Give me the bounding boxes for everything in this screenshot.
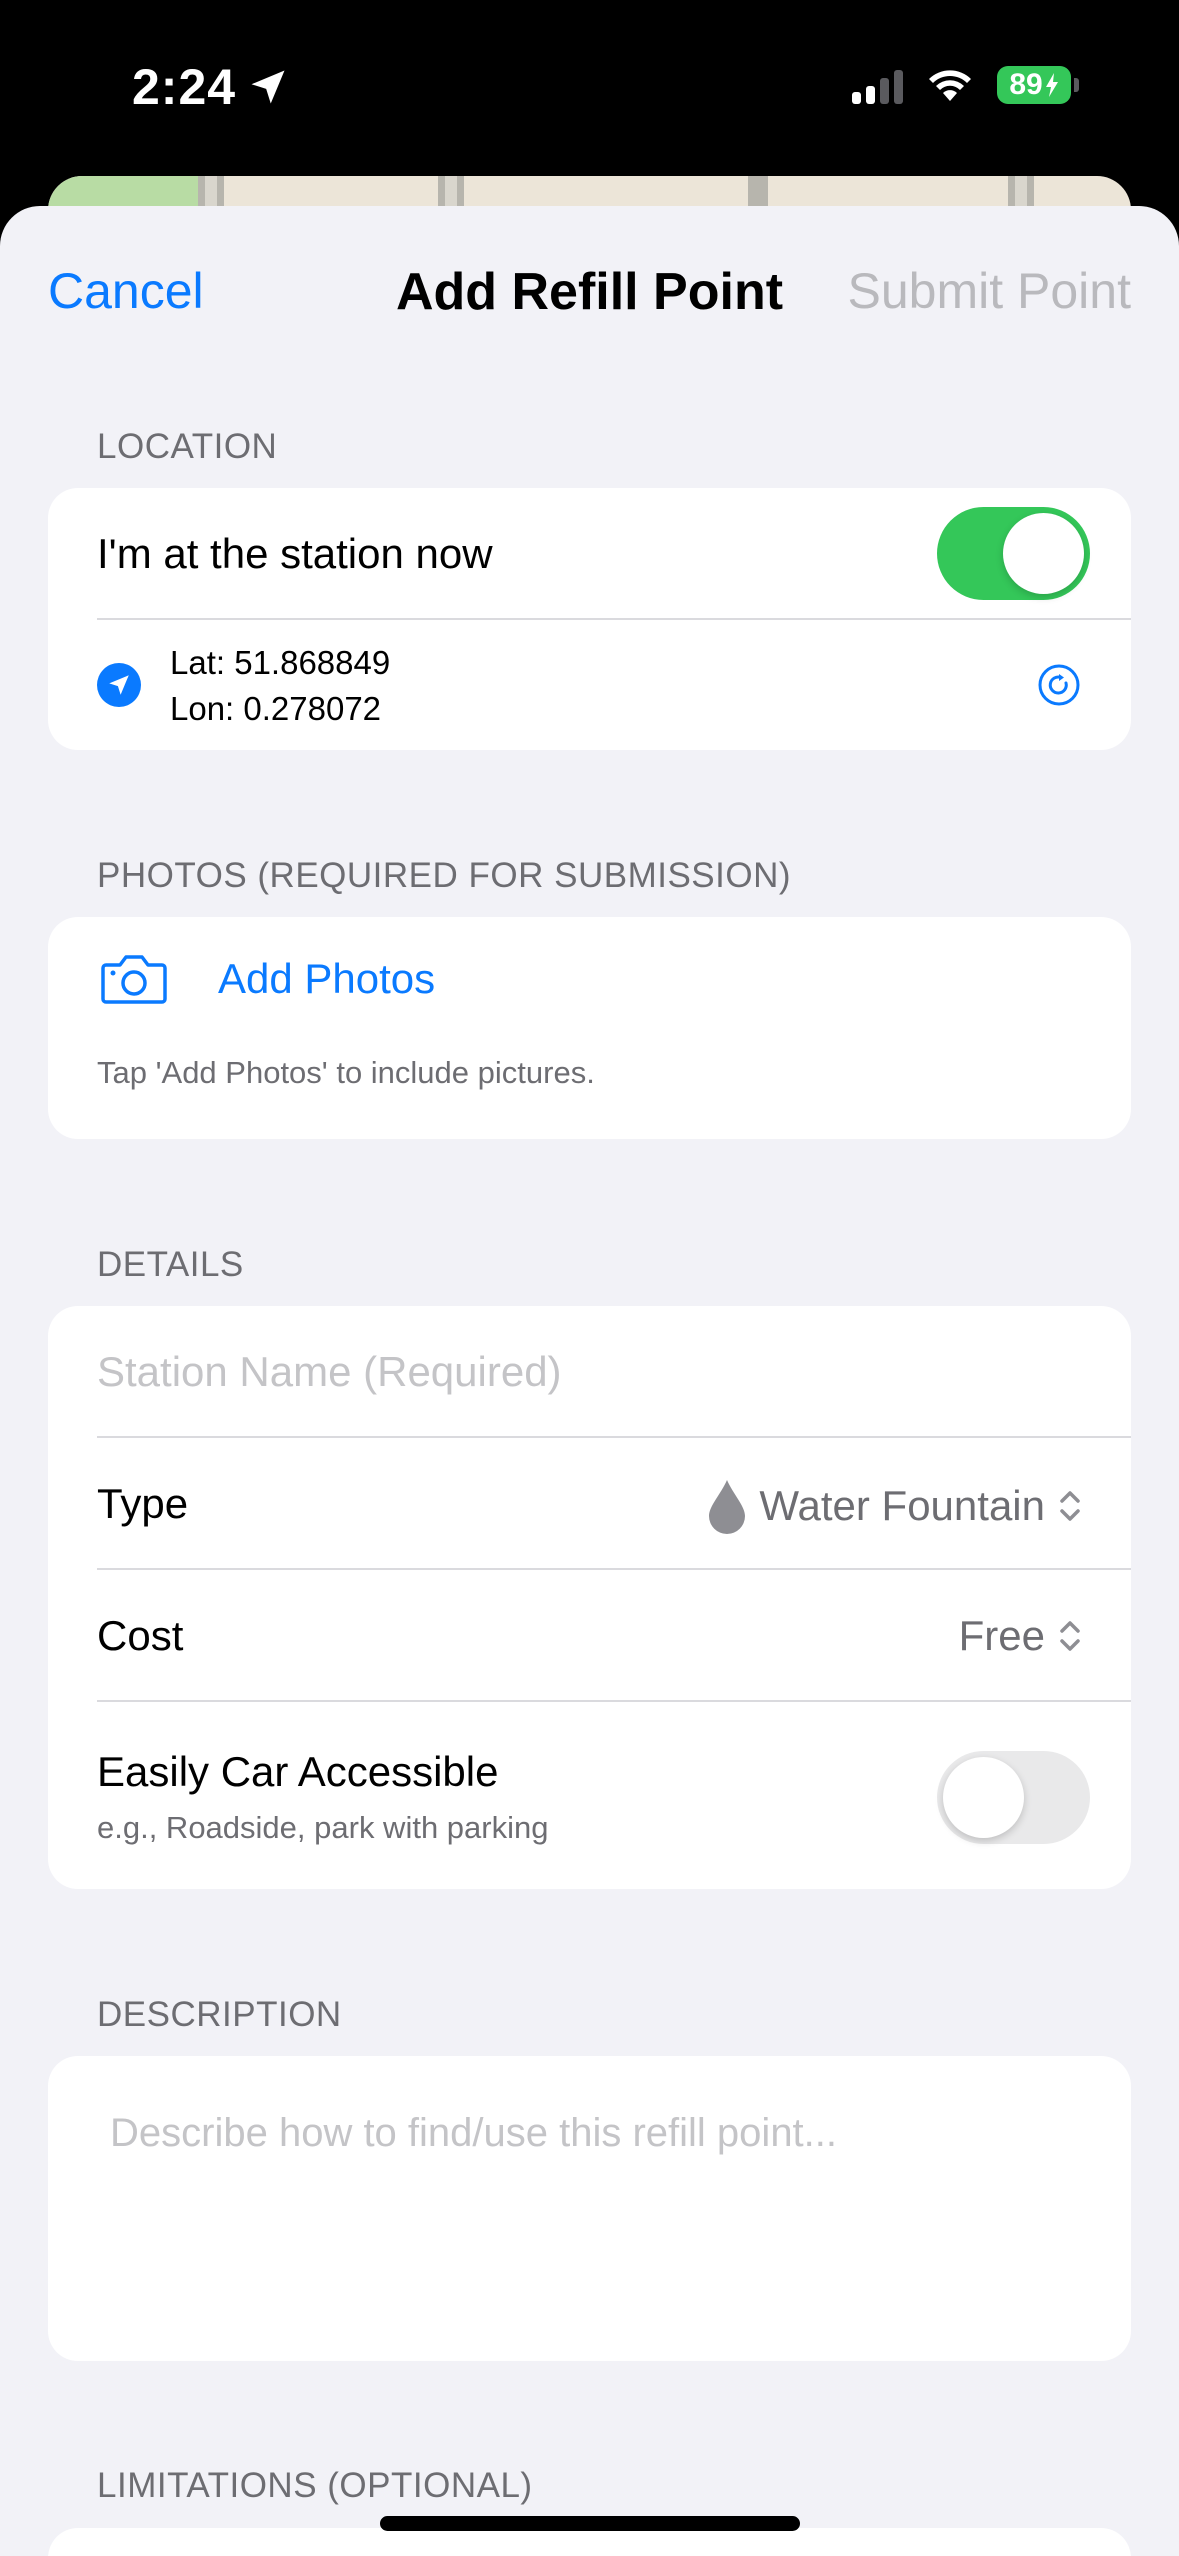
location-arrow-icon [251, 70, 285, 104]
at-station-label: I'm at the station now [97, 530, 493, 577]
camera-icon [101, 955, 167, 1004]
station-name-row: Station Name (Required) [48, 1306, 1131, 1438]
add-refill-sheet: Add Refill Point Cancel Submit Point LOC… [0, 206, 1179, 2556]
car-accessible-subtext: e.g., Roadside, park with parking [97, 1810, 549, 1845]
car-accessible-label: Easily Car Accessible [97, 1748, 499, 1795]
location-header: LOCATION [97, 427, 278, 466]
coordinates-text: Lat: 51.868849 Lon: 0.278072 [170, 640, 390, 732]
cellular-signal-icon [852, 66, 903, 104]
car-accessible-toggle[interactable] [937, 1751, 1090, 1844]
status-bar: 2:24 89 [0, 0, 1179, 175]
type-value: Water Fountain [759, 1482, 1045, 1529]
cancel-button[interactable]: Cancel [48, 262, 204, 320]
status-time-group: 2:24 [132, 58, 290, 116]
description-header: DESCRIPTION [97, 1995, 342, 2034]
type-picker[interactable]: Water Fountain [707, 1478, 1083, 1534]
photos-hint-text: Tap 'Add Photos' to include pictures. [97, 1055, 595, 1090]
at-station-row: I'm at the station now [48, 488, 1131, 620]
coordinates-row: Lat: 51.868849 Lon: 0.278072 [48, 620, 1131, 750]
cost-label: Cost [97, 1612, 184, 1659]
battery-level: 89 [1009, 68, 1043, 101]
station-name-input[interactable]: Station Name (Required) [97, 1348, 562, 1396]
status-time: 2:24 [132, 59, 237, 115]
refresh-location-icon[interactable] [1037, 663, 1081, 707]
cost-value: Free [958, 1612, 1045, 1659]
at-station-toggle[interactable] [937, 507, 1090, 600]
photos-header: PHOTOS (REQUIRED FOR SUBMISSION) [97, 856, 792, 895]
description-textarea[interactable]: Describe how to find/use this refill poi… [48, 2056, 1131, 2361]
latitude-text: Lat: 51.868849 [170, 644, 391, 681]
details-card: Station Name (Required) Type Water Fount… [48, 1306, 1131, 1889]
location-card: I'm at the station now Lat: 51.868849 Lo… [48, 488, 1131, 750]
photos-card: Add Photos Tap 'Add Photos' to include p… [48, 917, 1131, 1139]
add-photos-label: Add Photos [218, 955, 436, 1002]
nav-bar: Add Refill Point Cancel Submit Point [0, 206, 1179, 376]
limitations-header: LIMITATIONS (OPTIONAL) [97, 2466, 533, 2505]
limitations-card[interactable] [48, 2528, 1131, 2556]
cost-row[interactable]: Cost Free [48, 1570, 1131, 1702]
battery-icon: 89 [997, 66, 1079, 104]
details-header: DETAILS [97, 1245, 244, 1284]
description-placeholder: Describe how to find/use this refill poi… [110, 2111, 838, 2155]
car-accessible-row: Easily Car Accessible e.g., Roadside, pa… [48, 1702, 1131, 1889]
water-drop-icon [709, 1480, 746, 1534]
cost-picker[interactable]: Free [959, 1612, 1083, 1660]
wifi-icon [929, 70, 971, 101]
add-photos-button[interactable]: Add Photos [100, 953, 435, 1005]
charging-bolt-icon [1045, 73, 1058, 97]
chevron-up-down-icon [1060, 1621, 1080, 1651]
submit-point-button[interactable]: Submit Point [848, 262, 1131, 320]
type-row[interactable]: Type Water Fountain [48, 1438, 1131, 1570]
type-label: Type [97, 1480, 189, 1527]
screen: 2:24 89 Add Refill Point Cancel Submit P… [0, 0, 1179, 2556]
longitude-text: Lon: 0.278072 [170, 690, 382, 727]
chevron-up-down-icon [1060, 1491, 1080, 1521]
home-indicator[interactable] [380, 2516, 800, 2531]
location-icon [97, 663, 141, 707]
status-icons: 89 [852, 66, 1079, 104]
